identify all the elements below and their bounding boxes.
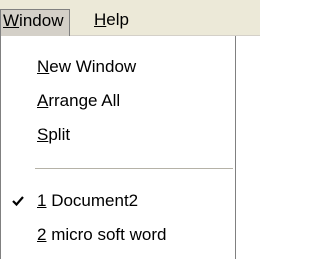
menu-item-label: 2 micro soft word (37, 224, 166, 246)
menu-item-text: ew Window (49, 57, 137, 76)
menu-item-document2[interactable]: 1 Document2 (1, 184, 235, 218)
menu-item-label: Arrange All (37, 90, 120, 112)
menu-item-arrange-all[interactable]: Arrange All (1, 84, 235, 118)
menu-item-new-window[interactable]: New Window (1, 50, 235, 84)
menu-item-micro-soft-word[interactable]: 2 micro soft word (1, 218, 235, 252)
menu-item-text: micro soft word (46, 225, 167, 244)
menu-help[interactable]: Help (90, 9, 133, 31)
menu-item-text: Document2 (46, 191, 139, 210)
menu-item-text: plit (48, 125, 71, 144)
menu-help-label: elp (106, 10, 129, 29)
menu-item-split[interactable]: Split (1, 118, 235, 152)
menu-item-mnemonic: S (37, 125, 49, 144)
menu-bar: Window Help (0, 0, 260, 36)
menu-item-label: Split (37, 124, 70, 146)
menu-window[interactable]: Window (0, 9, 71, 36)
menu-window-mnemonic: W (3, 11, 20, 30)
window-dropdown-menu: New Window Arrange All Split 1 Document2… (0, 36, 236, 259)
menu-help-mnemonic: H (94, 10, 107, 29)
menu-window-label: indow (19, 11, 64, 30)
check-icon (12, 196, 24, 207)
window-menu-screen: Window Help New Window Arrange All Split… (0, 0, 260, 259)
menu-item-mnemonic: A (37, 91, 49, 110)
menu-separator (35, 168, 233, 170)
menu-item-text: rrange All (48, 91, 121, 110)
menu-item-mnemonic: N (37, 57, 50, 76)
menu-item-label: New Window (37, 56, 136, 78)
menu-item-label: 1 Document2 (37, 190, 138, 212)
